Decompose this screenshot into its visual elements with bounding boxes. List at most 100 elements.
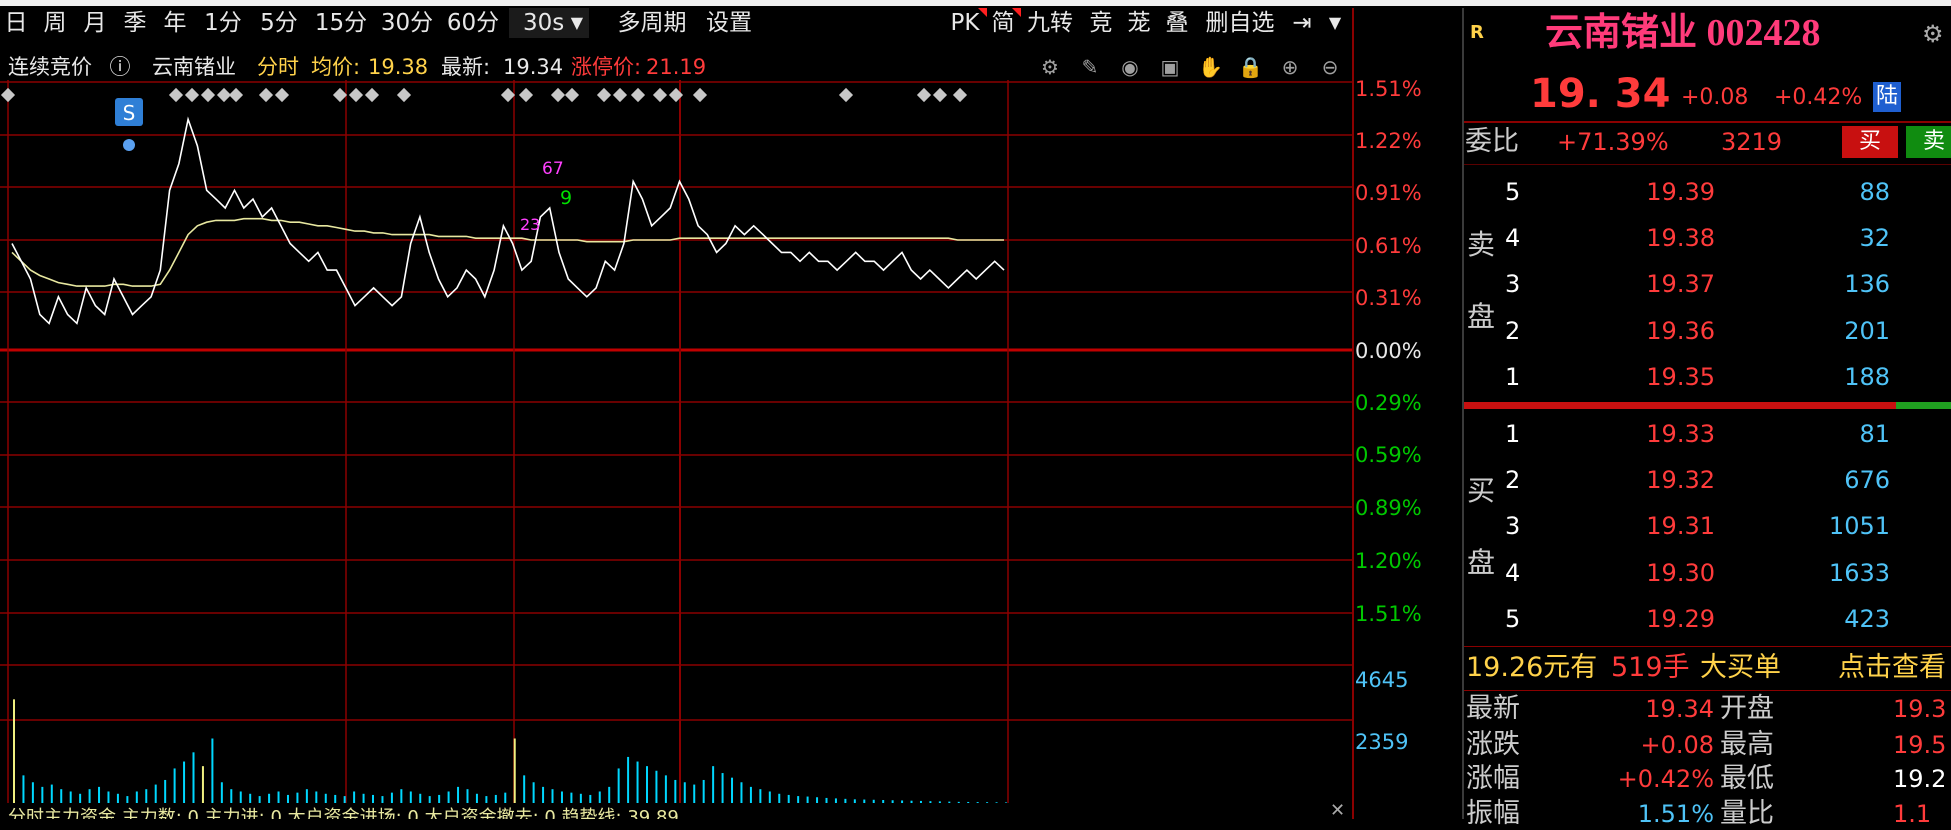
ask-price: 19.37 [1646,270,1715,298]
jiuzhuan-button[interactable]: 九转 [1024,8,1076,38]
auction-button[interactable]: 竞 [1086,8,1116,38]
event-diamond[interactable] [564,87,580,103]
bid-level: 3 [1505,512,1521,540]
event-markers: S 67 9 23 [0,87,968,234]
event-diamond[interactable] [630,87,646,103]
period-5min-tab[interactable]: 5分 [254,8,304,38]
pen-icon[interactable]: ✎ [1078,55,1102,79]
event-diamond[interactable] [932,87,948,103]
remove-watchlist-button[interactable]: 删自选 [1200,8,1280,38]
info-icon[interactable]: ⓘ [108,52,132,82]
bid-volume: 1051 [1828,512,1890,540]
event-diamond[interactable] [692,87,708,103]
event-diamond[interactable] [0,87,16,103]
period-60min-tab[interactable]: 60分 [442,8,504,38]
intraday-chart[interactable]: S 67 9 23 [0,80,1352,803]
stat-label: 涨跌 [1466,729,1520,760]
zoom-in-icon[interactable]: ⊕ [1278,55,1302,79]
stock-title: 云南锗业 002428 [1545,12,1821,54]
new-badge-mark [978,8,987,17]
chevron-down-icon: ▼ [570,13,583,32]
event-diamond[interactable] [184,87,200,103]
event-diamond[interactable] [364,87,380,103]
event-diamond[interactable] [500,87,516,103]
period-1min-tab[interactable]: 1分 [198,8,248,38]
more-menu-icon[interactable]: ▼ [1320,8,1350,38]
period-year-tab[interactable]: 年 [157,8,193,38]
period-30s-dropdown[interactable]: 30s ▼ [509,8,589,38]
stat-value-2: 1.1 [1893,800,1932,828]
event-diamond[interactable] [596,87,612,103]
bid-volume: 423 [1844,605,1890,633]
weibi-label: 委比 [1465,126,1519,157]
event-diamond[interactable] [332,87,348,103]
period-day-tab[interactable]: 日 [0,8,32,38]
ask-level: 5 [1505,178,1521,206]
period-15min-tab[interactable]: 15分 [310,8,372,38]
multi-period-button[interactable]: 多周期 [612,8,692,38]
bid-level: 4 [1505,559,1521,587]
overlay-button[interactable]: 叠 [1162,8,1192,38]
chong-button[interactable]: 茏 [1124,8,1154,38]
pk-button[interactable]: PK [948,8,982,38]
event-diamond[interactable] [168,87,184,103]
stat-value-2: 19.3 [1893,695,1947,723]
sell-side-label-2: 盘 [1467,300,1496,333]
event-diamond[interactable] [258,87,274,103]
trading-mode-label: 连续竞价 [8,55,92,79]
ask-level: 4 [1505,224,1521,252]
event-diamond[interactable] [518,87,534,103]
event-diamond[interactable] [612,87,628,103]
price-line [11,116,1005,325]
event-diamond[interactable] [228,87,244,103]
event-diamond[interactable] [550,87,566,103]
ask-volume: 188 [1844,363,1890,391]
close-icon[interactable]: ✕ [1330,800,1345,821]
signal-label-23: 23 [520,215,540,234]
ask-level: 3 [1505,270,1521,298]
bid-level: 1 [1505,420,1521,448]
buy-button[interactable]: 买 [1842,126,1898,158]
volume-axis-label: 4645 [1355,668,1409,692]
period-quarter-tab[interactable]: 季 [117,8,153,38]
event-diamond[interactable] [200,87,216,103]
bid-price: 19.29 [1646,605,1715,633]
event-diamond[interactable] [838,87,854,103]
event-diamond[interactable] [396,87,412,103]
bid-level: 5 [1505,605,1521,633]
panel-divider [1462,8,1464,819]
volume-axis-label: 2359 [1355,730,1409,754]
event-diamond[interactable] [274,87,290,103]
event-diamond[interactable] [348,87,364,103]
sell-button[interactable]: 卖 [1906,126,1951,158]
collapse-panel-icon[interactable]: ⇥ [1285,8,1319,38]
eye-icon[interactable]: ◉ [1118,55,1142,79]
hand-icon[interactable]: ✋ [1198,55,1223,79]
big-order-view-link[interactable]: 点击查看 [1838,652,1946,684]
period-month-tab[interactable]: 月 [77,8,113,38]
event-diamond[interactable] [916,87,932,103]
event-diamond[interactable] [652,87,668,103]
period-30min-tab[interactable]: 30分 [376,8,438,38]
zoom-out-icon[interactable]: ⊖ [1318,55,1342,79]
stat-label: 振幅 [1466,798,1520,829]
settings-button[interactable]: 设置 [700,8,758,38]
big-order-price: 19.26元有 [1466,652,1598,683]
event-diamond[interactable] [952,87,968,103]
divider [1464,164,1951,165]
axis-label-up: 1.51% [1355,77,1422,101]
lock-icon[interactable]: 🔒 [1238,55,1263,79]
bid-volume: 81 [1859,420,1890,448]
ask-volume: 32 [1859,224,1890,252]
stat-value-2: 19.5 [1893,731,1947,759]
sell-strength-bar [1464,402,1896,409]
briefcase-icon[interactable]: ▣ [1158,55,1182,79]
stat-label: 涨幅 [1466,763,1520,794]
gear-icon[interactable]: ⚙ [1922,18,1944,50]
gear-icon[interactable]: ⚙ [1038,55,1062,79]
axis-label-up: 1.22% [1355,129,1422,153]
period-week-tab[interactable]: 周 [37,8,73,38]
s-signal-dot [123,139,135,151]
bid-price: 19.30 [1646,559,1715,587]
ask-volume: 88 [1859,178,1890,206]
